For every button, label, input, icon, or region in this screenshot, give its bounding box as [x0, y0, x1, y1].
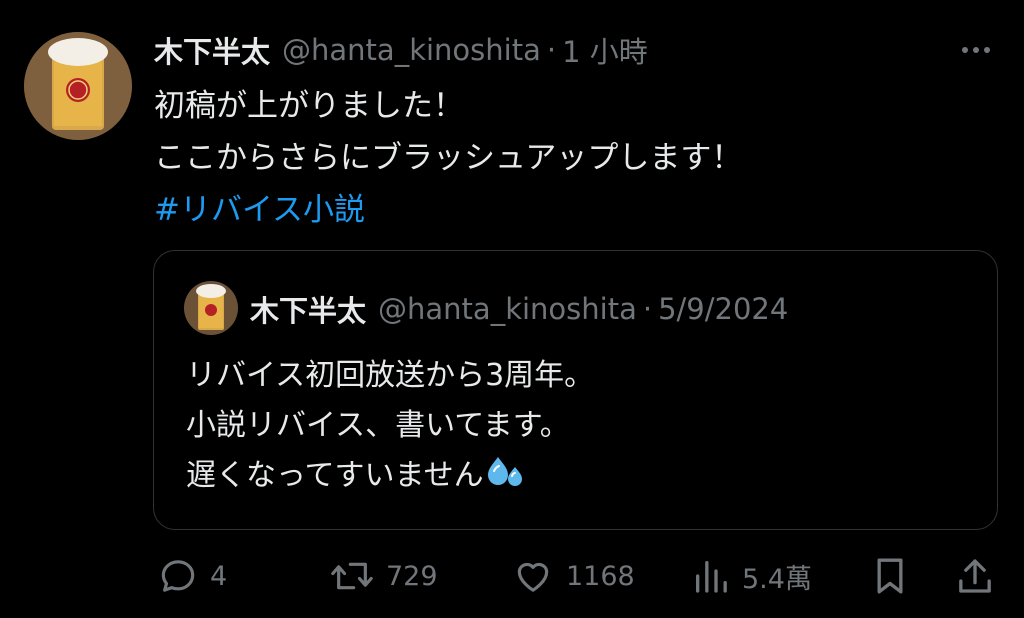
- bookmark-icon: [872, 556, 908, 596]
- bookmark-button[interactable]: [872, 552, 908, 600]
- avatar[interactable]: [24, 32, 132, 140]
- share-icon: [956, 556, 994, 596]
- action-bar: 4 729 1168 5.4萬: [154, 552, 1004, 600]
- tweet-header: 木下半太 @hanta_kinoshita · 1 小時: [154, 28, 648, 72]
- retweet-icon: [330, 556, 374, 596]
- reply-icon: [158, 556, 198, 596]
- retweet-count: 729: [386, 560, 438, 592]
- retweet-button[interactable]: 729: [330, 552, 438, 600]
- quoted-text: リバイス初回放送から3周年。 小説リバイス、書いてます。 遅くなってすいません: [186, 351, 594, 505]
- tweet-text-line: ここからさらにブラッシュアップします！: [154, 140, 743, 176]
- quoted-tweet[interactable]: 木下半太 @hanta_kinoshita · 5/9/2024 リバイス初回放…: [153, 250, 998, 530]
- quoted-text-line: 小説リバイス、書いてます。: [186, 408, 570, 443]
- views-count: 5.4萬: [742, 563, 812, 595]
- quoted-author-handle: @hanta_kinoshita: [378, 292, 637, 326]
- author-handle[interactable]: @hanta_kinoshita: [282, 33, 541, 67]
- heart-icon: [512, 556, 554, 596]
- views-chart-icon: [692, 556, 730, 596]
- quoted-avatar[interactable]: [184, 281, 238, 335]
- like-count: 1168: [566, 560, 635, 592]
- quoted-header: 木下半太 @hanta_kinoshita · 5/9/2024: [250, 285, 788, 333]
- views-button[interactable]: 5.4萬: [692, 552, 812, 600]
- tweet[interactable]: 木下半太 @hanta_kinoshita · 1 小時 初稿が上がりました！ …: [0, 0, 1024, 618]
- separator-dot: ·: [642, 292, 653, 326]
- more-icon[interactable]: [956, 36, 996, 64]
- reply-count: 4: [210, 560, 228, 592]
- quoted-text-line: 遅くなってすいません: [186, 458, 484, 493]
- quoted-text-line: リバイス初回放送から3周年。: [186, 358, 595, 393]
- reply-button[interactable]: 4: [158, 552, 227, 600]
- share-button[interactable]: [956, 552, 994, 600]
- separator-dot: ·: [546, 33, 557, 67]
- tweet-timestamp[interactable]: 1 小時: [562, 29, 648, 71]
- hashtag-link[interactable]: #リバイス小説: [154, 192, 365, 228]
- tweet-text: 初稿が上がりました！ ここからさらにブラッシュアップします！ #リバイス小説: [154, 80, 742, 236]
- like-button[interactable]: 1168: [512, 552, 635, 600]
- tweet-text-line: 初稿が上がりました！: [154, 88, 464, 124]
- quoted-date: 5/9/2024: [658, 292, 789, 326]
- sweat-droplets-icon: [487, 455, 524, 505]
- author-name[interactable]: 木下半太: [154, 29, 270, 71]
- quoted-author-name: 木下半太: [250, 294, 367, 328]
